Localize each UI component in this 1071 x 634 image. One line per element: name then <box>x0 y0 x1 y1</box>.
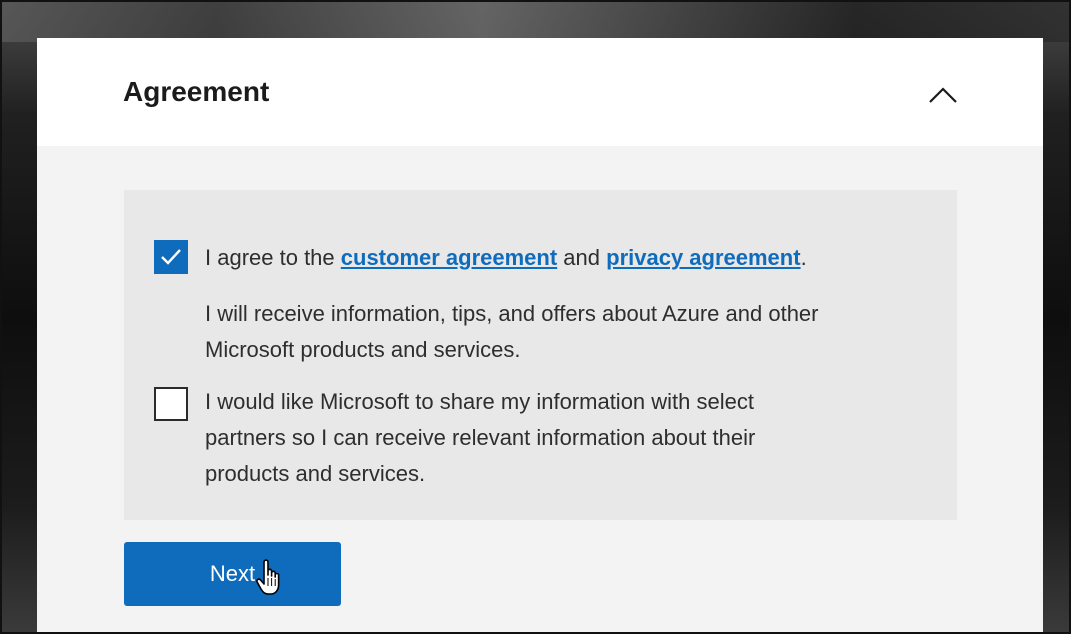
partners-line-3: products and services. <box>205 461 426 486</box>
card-header: Agreement <box>37 38 1043 146</box>
agree-middle: and <box>557 245 607 270</box>
share-partners-checkbox[interactable] <box>154 387 188 421</box>
partners-line-2: partners so I can receive relevant infor… <box>205 425 756 450</box>
chevron-up-icon <box>929 87 957 103</box>
agree-suffix: . <box>800 245 807 270</box>
info-text: I will receive information, tips, and of… <box>205 296 819 368</box>
privacy-agreement-link[interactable]: privacy agreement <box>606 245 800 270</box>
info-line-2: Microsoft products and services. <box>205 337 521 362</box>
info-line-1: I will receive information, tips, and of… <box>205 301 819 326</box>
checkmark-icon <box>161 249 181 265</box>
screenshot-frame: Agreement I agree to the customer agreem… <box>0 0 1071 634</box>
next-button[interactable]: Next <box>124 542 341 606</box>
customer-agreement-link[interactable]: customer agreement <box>341 245 557 270</box>
agree-checkbox[interactable] <box>154 240 188 274</box>
agree-prefix: I agree to the <box>205 245 341 270</box>
section-title: Agreement <box>123 76 270 107</box>
agree-text: I agree to the customer agreement and pr… <box>205 240 807 276</box>
partners-text: I would like Microsoft to share my infor… <box>205 384 755 492</box>
agreement-card: Agreement I agree to the customer agreem… <box>37 38 1043 632</box>
agreement-panel: I agree to the customer agreement and pr… <box>124 190 957 520</box>
hand-pointer-cursor-icon <box>256 559 280 595</box>
collapse-button[interactable] <box>923 80 963 110</box>
partners-line-1: I would like Microsoft to share my infor… <box>205 389 754 414</box>
